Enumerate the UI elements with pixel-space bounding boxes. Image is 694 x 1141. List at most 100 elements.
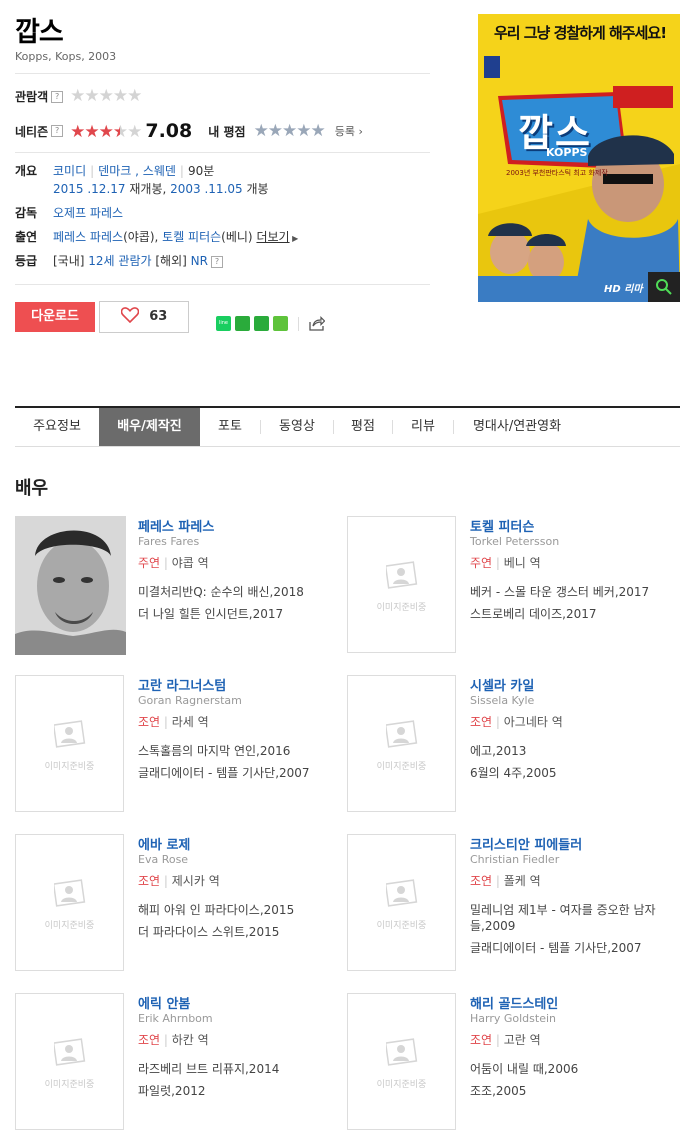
actor-photo-placeholder[interactable]: 이미지준비중 bbox=[347, 516, 456, 653]
register-rating-link[interactable]: 등록 › bbox=[335, 123, 363, 139]
memo-share-icon[interactable] bbox=[273, 316, 288, 331]
actor-work-link[interactable]: 글래디에이터 - 템플 기사단,2007 bbox=[138, 762, 348, 784]
actor-photo-placeholder[interactable]: 이미지준비중 bbox=[347, 834, 456, 971]
band-share-icon[interactable] bbox=[235, 316, 250, 331]
actor-name-link[interactable]: 고란 라그너스텀 bbox=[138, 675, 348, 694]
actor-english-name: Sissela Kyle bbox=[470, 694, 535, 707]
actor-english-name: Erik Ahrnbom bbox=[138, 1012, 213, 1025]
actor-english-name: Eva Rose bbox=[138, 853, 189, 866]
netizen-label: 네티즌 bbox=[15, 124, 49, 139]
divider bbox=[15, 73, 430, 74]
download-button[interactable]: 다운로드 bbox=[15, 302, 95, 332]
release-date-link[interactable]: 2003 .11.05 bbox=[170, 182, 243, 196]
tab-main-info[interactable]: 주요정보 bbox=[15, 408, 99, 446]
actor-work-link[interactable]: 미결처리반Q: 순수의 배신,2018 bbox=[138, 581, 348, 603]
help-icon[interactable]: ? bbox=[51, 90, 64, 103]
rerelease-date-link[interactable]: 2015 .12.17 bbox=[53, 182, 126, 196]
poster-tagline: 2003년 부천판타스틱 최고 화제작 bbox=[506, 169, 608, 177]
cast-link[interactable]: 토켈 피터슨 bbox=[162, 230, 221, 244]
director-row: 감독 오제프 파레스 bbox=[15, 204, 123, 222]
actor-work-link[interactable]: 6월의 4주,2005 bbox=[470, 762, 680, 784]
zoom-search-icon[interactable] bbox=[649, 273, 679, 302]
audience-label: 관람객 bbox=[15, 90, 49, 104]
actor-photo-placeholder[interactable]: 이미지준비중 bbox=[15, 993, 124, 1130]
actor-role: 조연 | 제시카 역 bbox=[138, 874, 220, 888]
actor-role: 조연 | 라세 역 bbox=[138, 715, 209, 729]
tab-bar: 주요정보 배우/제작진 포토 동영상 평점 리뷰 명대사/연관영화 bbox=[15, 406, 680, 447]
actor-photo-placeholder[interactable]: 이미지준비중 bbox=[347, 993, 456, 1130]
director-link[interactable]: 오제프 파레스 bbox=[53, 206, 123, 220]
help-icon[interactable]: ? bbox=[51, 125, 64, 137]
tab-ratings[interactable]: 평점 bbox=[334, 408, 392, 446]
bookmark-share-icon[interactable] bbox=[254, 316, 269, 331]
movie-poster[interactable]: 우리 그냥 경찰하게 해주세요! 깝스 KOPPS 2003년 부천판타스틱 최… bbox=[478, 14, 680, 302]
actor-work-link[interactable]: 에고,2013 bbox=[470, 740, 680, 762]
image-placeholder-icon bbox=[384, 879, 418, 907]
tab-video[interactable]: 동영상 bbox=[261, 408, 333, 446]
image-placeholder-icon bbox=[384, 1038, 418, 1066]
actor-works: 에고,2013 6월의 4주,2005 bbox=[470, 740, 680, 784]
role-type: 조연 bbox=[138, 1033, 161, 1047]
actor-work-link[interactable]: 더 파라다이스 스위트,2015 bbox=[138, 921, 348, 943]
actor-work-link[interactable]: 더 나일 힐튼 인시던트,2017 bbox=[138, 603, 348, 625]
actor-card: 이미지준비중 토켈 피터슨 Torkel Petersson 주연 | 베니 역 베커 … bbox=[347, 516, 677, 656]
actor-work-link[interactable]: 베커 - 스몰 타운 갱스터 베커,2017 bbox=[470, 581, 680, 603]
tab-photo[interactable]: 포토 bbox=[200, 408, 260, 446]
my-rating-stars[interactable]: ★★★★★ bbox=[254, 122, 326, 140]
share-icon[interactable] bbox=[309, 316, 325, 331]
actor-name-link[interactable]: 페레스 파레스 bbox=[138, 516, 348, 535]
image-placeholder-text: 이미지준비중 bbox=[376, 762, 427, 772]
poster-headline: 우리 그냥 경찰하게 해주세요! bbox=[493, 24, 667, 42]
heart-icon bbox=[120, 307, 139, 324]
country-link[interactable]: 덴마크 bbox=[98, 164, 131, 178]
actor-work-link[interactable]: 라즈베리 브트 리퓨지,2014 bbox=[138, 1058, 348, 1080]
actor-work-link[interactable]: 조조,2005 bbox=[470, 1080, 680, 1102]
actor-work-link[interactable]: 스톡홀름의 마지막 연인,2016 bbox=[138, 740, 348, 762]
actor-name-link[interactable]: 시셀라 카일 bbox=[470, 675, 680, 694]
country-link[interactable]: 스웨덴 bbox=[143, 164, 176, 178]
actor-work-link[interactable]: 해피 아워 인 파라다이스,2015 bbox=[138, 899, 348, 921]
divider bbox=[15, 152, 430, 153]
cast-link[interactable]: 페레스 파레스 bbox=[53, 230, 123, 244]
image-placeholder-text: 이미지준비중 bbox=[376, 921, 427, 931]
role-name: 고란 역 bbox=[503, 1033, 541, 1047]
actor-work-link[interactable]: 스트로베리 데이즈,2017 bbox=[470, 603, 680, 625]
help-icon[interactable]: ? bbox=[210, 255, 223, 268]
grade-row: 등급 [국내] 12세 관람가 [해외] NR? bbox=[15, 252, 223, 270]
actor-photo-placeholder[interactable]: 이미지준비중 bbox=[15, 834, 124, 971]
tab-quotes-related[interactable]: 명대사/연관영화 bbox=[454, 408, 580, 446]
actor-photo-placeholder[interactable]: 이미지준비중 bbox=[347, 675, 456, 812]
actor-name-link[interactable]: 에바 로제 bbox=[138, 834, 348, 853]
actor-name-link[interactable]: 크리스티안 피에들러 bbox=[470, 834, 680, 853]
actor-english-name: Goran Ragnerstam bbox=[138, 694, 242, 707]
tab-cast-crew[interactable]: 배우/제작진 bbox=[99, 408, 200, 446]
actor-work-link[interactable]: 파일럿,2012 bbox=[138, 1080, 348, 1102]
like-button[interactable]: 63 bbox=[99, 301, 189, 333]
actor-photo[interactable] bbox=[15, 516, 126, 655]
actor-photo-placeholder[interactable]: 이미지준비중 bbox=[15, 675, 124, 812]
actor-name-link[interactable]: 에릭 안봄 bbox=[138, 993, 348, 1012]
actor-role: 조연 | 폴케 역 bbox=[470, 874, 541, 888]
actor-work-link[interactable]: 어둠이 내릴 때,2006 bbox=[470, 1058, 680, 1080]
actor-card: 이미지준비중 크리스티안 피에들러 Christian Fiedler 조연 | 폴케… bbox=[347, 834, 677, 974]
role-name: 야콥 역 bbox=[171, 556, 209, 570]
actor-work-link[interactable]: 밀레니엄 제1부 - 여자를 증오한 남자들,2009 bbox=[470, 899, 680, 937]
tab-reviews[interactable]: 리뷰 bbox=[393, 408, 453, 446]
grade-domestic-link[interactable]: 12세 관람가 bbox=[88, 254, 151, 268]
director-label: 감독 bbox=[15, 206, 38, 220]
genre-link[interactable]: 코미디 bbox=[53, 164, 86, 178]
role-type: 조연 bbox=[138, 874, 161, 888]
actor-name-link[interactable]: 토켈 피터슨 bbox=[470, 516, 680, 535]
actor-work-link[interactable]: 글래디에이터 - 템플 기사단,2007 bbox=[470, 937, 680, 959]
role-type: 조연 bbox=[470, 874, 493, 888]
actor-works: 해피 아워 인 파라다이스,2015 더 파라다이스 스위트,2015 bbox=[138, 899, 348, 943]
image-placeholder-text: 이미지준비중 bbox=[44, 762, 95, 772]
netizen-score: 7.08 bbox=[145, 120, 193, 142]
more-cast-link[interactable]: 더보기 bbox=[256, 230, 289, 244]
line-share-icon[interactable]: line bbox=[216, 316, 231, 331]
my-rating-label: 내 평점 bbox=[208, 124, 246, 139]
image-placeholder-text: 이미지준비중 bbox=[44, 921, 95, 931]
grade-foreign-link[interactable]: NR bbox=[191, 254, 208, 268]
role-name: 하칸 역 bbox=[171, 1033, 209, 1047]
actor-name-link[interactable]: 해리 골드스테인 bbox=[470, 993, 680, 1012]
